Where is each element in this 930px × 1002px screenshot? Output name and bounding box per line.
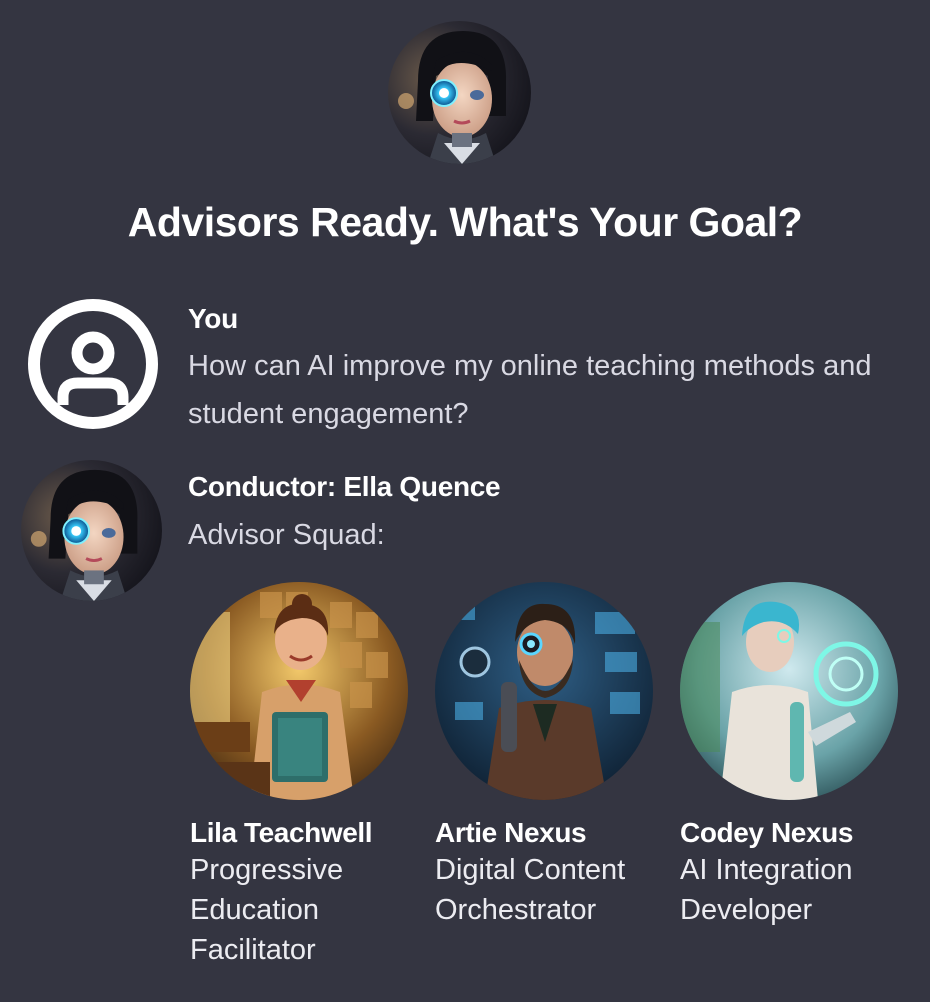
advisor-card: Lila Teachwell Progressive Education Fac… bbox=[190, 582, 420, 970]
advisor-portrait-artie bbox=[435, 582, 653, 800]
advisor-role: Digital Content Orchestrator bbox=[435, 854, 626, 926]
chat-page: Advisors Ready. What's Your Goal? You Ho… bbox=[0, 0, 930, 1002]
user-avatar-icon bbox=[26, 297, 160, 431]
advisor-card: Codey Nexus AI Integration Developer bbox=[680, 582, 910, 930]
conductor-hero-avatar bbox=[388, 21, 531, 164]
message-text-user: How can AI improve my online teaching me… bbox=[188, 350, 872, 430]
conductor-avatar bbox=[21, 460, 162, 601]
advisor-role: Progressive Education Facilitator bbox=[190, 854, 344, 966]
advisor-name: Codey Nexus bbox=[680, 817, 853, 848]
advisor-name: Lila Teachwell bbox=[190, 817, 373, 848]
page-title: Advisors Ready. What's Your Goal? bbox=[127, 199, 803, 245]
message-author-user: You bbox=[188, 303, 238, 334]
advisor-card: Artie Nexus Digital Content Orchestrator bbox=[435, 582, 665, 930]
message-author-conductor: Conductor: Ella Quence bbox=[188, 471, 501, 502]
advisor-portrait-lila bbox=[190, 582, 408, 800]
advisor-role: AI Integration Developer bbox=[680, 854, 853, 926]
advisor-portrait-codey bbox=[680, 582, 898, 800]
message-text-conductor: Advisor Squad: bbox=[188, 519, 385, 551]
advisor-name: Artie Nexus bbox=[435, 817, 587, 848]
